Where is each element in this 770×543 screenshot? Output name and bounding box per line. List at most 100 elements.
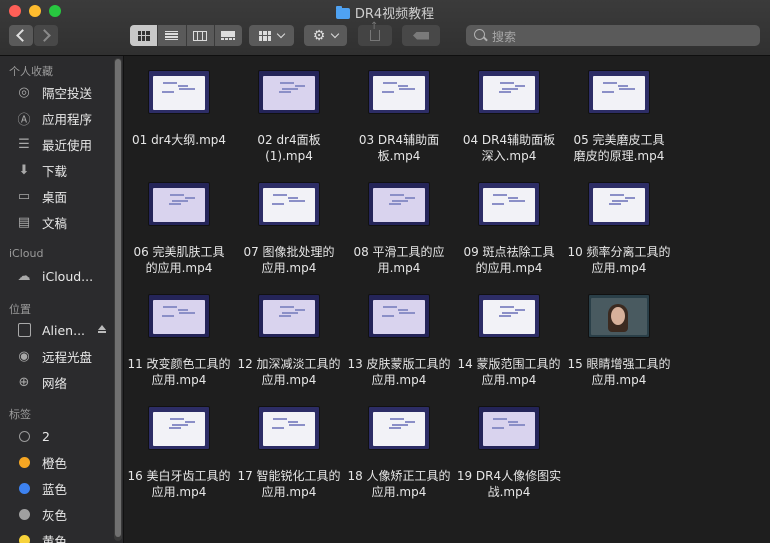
file-item[interactable]: 05 完美磨皮工具 磨皮的原理.mp4: [564, 56, 674, 168]
file-name: 03 DR4辅助面 板.mp4: [344, 132, 454, 164]
share-icon: [370, 21, 380, 41]
sidebar-item-downloads[interactable]: ⬇ 下载: [16, 160, 112, 180]
file-item[interactable]: 15 眼睛增强工具的 应用.mp4: [564, 280, 674, 392]
eject-icon[interactable]: [98, 325, 106, 333]
file-name-line1: 09 斑点祛除工具: [463, 245, 555, 259]
file-name-line1: 11 改变颜色工具的: [127, 357, 231, 371]
file-name-line1: 10 频率分离工具的: [567, 245, 671, 259]
file-name: 17 智能锐化工具的 应用.mp4: [234, 468, 344, 500]
sidebar-item-network[interactable]: ⊕ 网络: [16, 372, 112, 392]
tag-icon: [413, 31, 429, 40]
file-name: 06 完美肌肤工具 的应用.mp4: [124, 244, 234, 276]
file-name-line2: 应用.mp4: [481, 373, 537, 387]
file-name-line2: 的应用.mp4: [475, 261, 543, 275]
recents-icon: ☰: [18, 136, 30, 152]
sidebar-item-airdrop[interactable]: ◎ 隔空投送: [16, 82, 112, 102]
sidebar-item-label: 黄色: [42, 533, 68, 543]
sidebar-section-icloud: iCloud: [9, 247, 44, 260]
sidebar-item-label: 网络: [42, 375, 68, 391]
downloads-icon: ⬇: [18, 162, 30, 178]
forward-button[interactable]: [34, 25, 58, 46]
file-name-line2: 战.mp4: [487, 485, 531, 499]
file-item[interactable]: 03 DR4辅助面 板.mp4: [344, 56, 454, 168]
file-item[interactable]: 19 DR4人像修图实 战.mp4: [454, 392, 564, 504]
file-name-line1: 19 DR4人像修图实: [456, 469, 562, 483]
applications-icon: Ⓐ: [17, 112, 31, 128]
sidebar-item-recents[interactable]: ☰ 最近使用: [16, 134, 112, 154]
file-name: 07 图像批处理的 应用.mp4: [234, 244, 344, 276]
network-icon: ⊕: [18, 374, 30, 390]
video-thumbnail-icon: [478, 70, 540, 114]
file-name: 14 蒙版范围工具的 应用.mp4: [454, 356, 564, 388]
file-item[interactable]: 18 人像矫正工具的 应用.mp4: [344, 392, 454, 504]
video-thumbnail-icon: [368, 182, 430, 226]
sidebar-item-tag-gray[interactable]: 灰色: [16, 504, 112, 524]
edit-tags-button[interactable]: [402, 25, 440, 46]
file-item[interactable]: 08 平滑工具的应 用.mp4: [344, 168, 454, 280]
video-thumbnail-icon: [258, 294, 320, 338]
sidebar-item-label: 桌面: [42, 189, 68, 205]
sidebar-item-icloud-drive[interactable]: ☁ iCloud...: [16, 266, 112, 286]
file-name-line1: 01 dr4大纲.mp4: [131, 133, 227, 147]
file-name-line1: 13 皮肤蒙版工具的: [347, 357, 451, 371]
file-name-line1: 18 人像矫正工具的: [347, 469, 451, 483]
file-item[interactable]: 10 频率分离工具的 应用.mp4: [564, 168, 674, 280]
file-item[interactable]: 06 完美肌肤工具 的应用.mp4: [124, 168, 234, 280]
file-name-line2: 深入.mp4: [481, 149, 537, 163]
toolbar: DR4视频教程 ⚙: [0, 0, 770, 56]
remote-disc-icon: ◉: [18, 348, 30, 364]
sidebar-item-label: 灰色: [42, 507, 68, 523]
search-input[interactable]: [490, 27, 754, 46]
window-title: DR4视频教程: [0, 3, 770, 22]
file-item[interactable]: 07 图像批处理的 应用.mp4: [234, 168, 344, 280]
icon-view-button[interactable]: [130, 25, 159, 46]
icloud-icon: ☁: [17, 268, 31, 284]
file-name: 15 眼睛增强工具的 应用.mp4: [564, 356, 674, 388]
list-view-button[interactable]: [158, 25, 187, 46]
action-menu-button[interactable]: ⚙: [304, 25, 347, 46]
search-icon: [474, 29, 485, 40]
video-thumbnail-icon: [148, 294, 210, 338]
search-field[interactable]: [466, 25, 760, 46]
file-name-line1: 04 DR4辅助面板: [462, 133, 556, 147]
share-button[interactable]: [358, 21, 392, 46]
chevron-left-icon: [16, 29, 29, 42]
file-name-line2: 应用.mp4: [151, 485, 207, 499]
sidebar-scrollbar-thumb[interactable]: [115, 59, 121, 537]
sidebar-item-documents[interactable]: ▤ 文稿: [16, 212, 112, 232]
sidebar: 个人收藏 ◎ 隔空投送 Ⓐ 应用程序 ☰ 最近使用 ⬇ 下载 ▭ 桌面 ▤ 文稿 iClou…: [0, 56, 124, 543]
disk-icon: [16, 322, 32, 338]
sidebar-item-disk[interactable]: Alien...: [16, 320, 112, 340]
video-thumbnail-icon: [148, 406, 210, 450]
sidebar-item-remote-disc[interactable]: ◉ 远程光盘: [16, 346, 112, 366]
file-item[interactable]: 13 皮肤蒙版工具的 应用.mp4: [344, 280, 454, 392]
file-item[interactable]: 17 智能锐化工具的 应用.mp4: [234, 392, 344, 504]
sidebar-item-tag-blue[interactable]: 蓝色: [16, 478, 112, 498]
file-item[interactable]: 14 蒙版范围工具的 应用.mp4: [454, 280, 564, 392]
file-item[interactable]: 12 加深减淡工具的 应用.mp4: [234, 280, 344, 392]
group-by-button[interactable]: [249, 25, 294, 46]
sidebar-item-tag-orange[interactable]: 橙色: [16, 452, 112, 472]
file-item[interactable]: 02 dr4面板 (1).mp4: [234, 56, 344, 168]
sidebar-item-tag-yellow[interactable]: 黄色: [16, 530, 112, 543]
file-name-line2: 的应用.mp4: [145, 261, 213, 275]
file-name: 16 美白牙齿工具的 应用.mp4: [124, 468, 234, 500]
file-name-line1: 14 蒙版范围工具的: [457, 357, 561, 371]
back-button[interactable]: [9, 25, 33, 46]
gallery-view-button[interactable]: [215, 25, 242, 46]
file-item[interactable]: 04 DR4辅助面板 深入.mp4: [454, 56, 564, 168]
file-item[interactable]: 01 dr4大纲.mp4: [124, 56, 234, 168]
video-thumbnail-icon: [368, 294, 430, 338]
file-name-line1: 16 美白牙齿工具的: [127, 469, 231, 483]
sidebar-item-applications[interactable]: Ⓐ 应用程序: [16, 108, 112, 128]
tag-dot-icon: [16, 428, 32, 444]
file-name-line2: 板.mp4: [377, 149, 421, 163]
file-item[interactable]: 11 改变颜色工具的 应用.mp4: [124, 280, 234, 392]
file-item[interactable]: 09 斑点祛除工具 的应用.mp4: [454, 168, 564, 280]
file-grid: 01 dr4大纲.mp4 02 dr4面板 (1).mp4 03 DR4辅助面 板.mp…: [124, 56, 770, 543]
sidebar-item-label: 橙色: [42, 455, 68, 471]
column-view-button[interactable]: [187, 25, 215, 46]
file-item[interactable]: 16 美白牙齿工具的 应用.mp4: [124, 392, 234, 504]
sidebar-item-desktop[interactable]: ▭ 桌面: [16, 186, 112, 206]
sidebar-item-tag-2[interactable]: 2: [16, 426, 112, 446]
